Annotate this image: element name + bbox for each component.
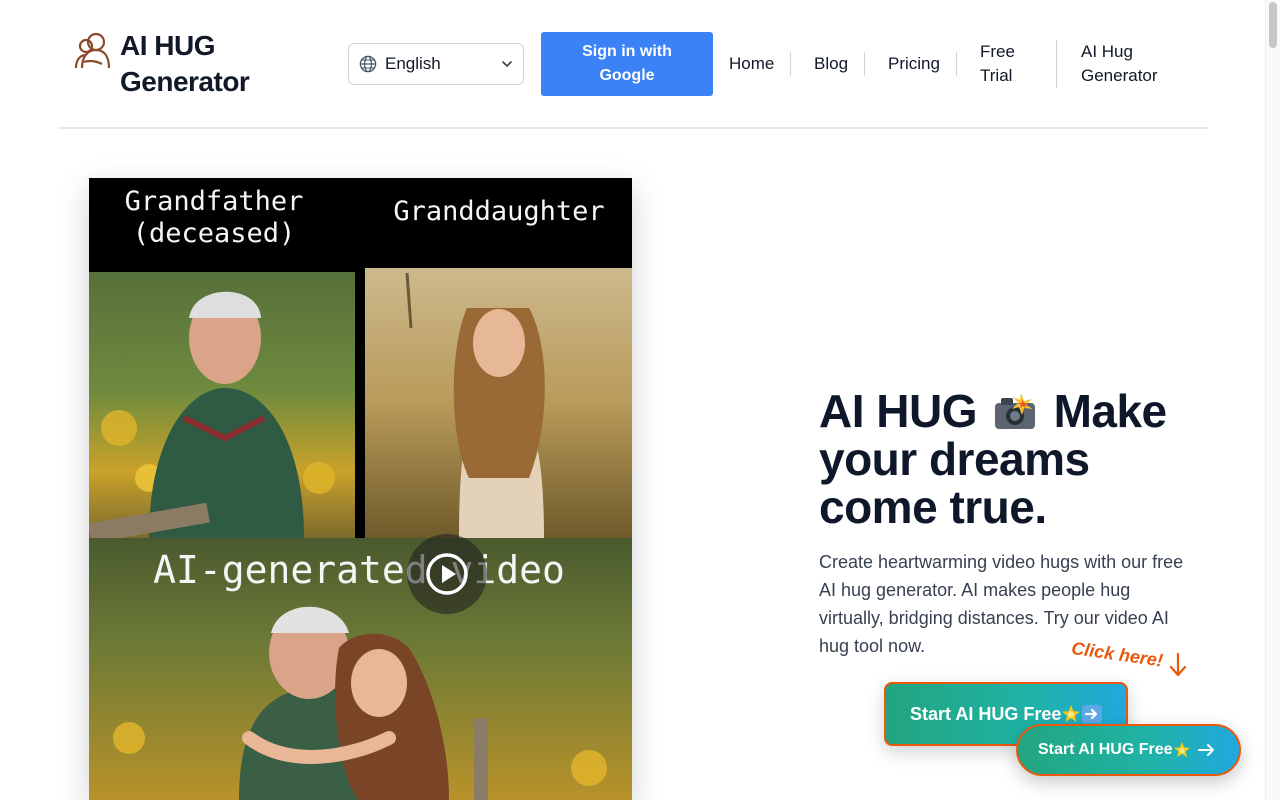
- nav-pricing[interactable]: Pricing: [888, 52, 940, 76]
- caption-ai-generated-video: AI-generated video: [153, 548, 565, 592]
- glowing-star-icon: [1173, 741, 1190, 758]
- arrow-right-icon: [1197, 744, 1214, 756]
- caption-granddaughter: Granddaughter: [393, 196, 605, 227]
- nav-divider: [790, 52, 791, 76]
- headline-part1: AI HUG: [819, 385, 978, 437]
- page-scrollbar[interactable]: [1265, 0, 1280, 800]
- nav-free-trial[interactable]: Free Trial: [980, 40, 1030, 88]
- site-header: AI HUG Generator English Sign in with Go…: [58, 0, 1208, 129]
- nav-home[interactable]: Home: [729, 52, 774, 76]
- nav-blog[interactable]: Blog: [814, 52, 848, 76]
- hero-description: Create heartwarming video hugs with our …: [819, 552, 1184, 656]
- floating-start-free-button[interactable]: Start AI HUG Free: [1016, 724, 1241, 776]
- nav-divider: [1056, 40, 1057, 88]
- video-thumbnail-image: [89, 268, 632, 800]
- play-button[interactable]: [407, 534, 487, 614]
- main-nav: Home Blog Pricing Free Trial AI Hug Gene…: [58, 0, 1208, 129]
- camera-flash-icon: [995, 393, 1036, 429]
- start-free-button-label: Start AI HUG Free: [910, 703, 1062, 724]
- scrollbar-thumb[interactable]: [1269, 2, 1277, 48]
- nav-divider: [864, 52, 865, 76]
- play-icon: [426, 553, 468, 595]
- demo-video-thumbnail[interactable]: Grandfather (deceased) Granddaughter AI-…: [89, 178, 632, 800]
- glowing-star-icon: [1062, 705, 1081, 722]
- arrow-down-icon: [1169, 652, 1187, 677]
- nav-divider: [956, 52, 957, 76]
- caption-grandfather: Grandfather (deceased): [124, 186, 304, 249]
- arrow-right-box-icon: [1082, 705, 1103, 723]
- floating-start-free-label: Start AI HUG Free: [1038, 741, 1173, 758]
- hero-headline: AI HUG Make your dreams come true.: [819, 387, 1199, 531]
- nav-ai-hug-generator[interactable]: AI Hug Generator: [1081, 40, 1191, 88]
